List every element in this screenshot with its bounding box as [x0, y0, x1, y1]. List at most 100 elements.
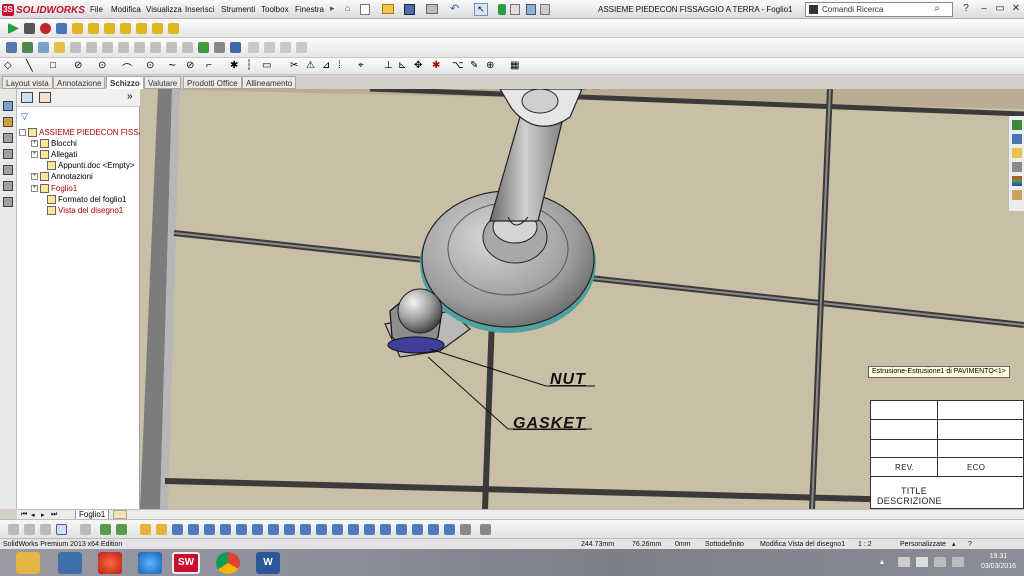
tree-item[interactable]: + Foglio1 [31, 183, 77, 194]
tab-valutare[interactable]: Valutare [144, 76, 182, 89]
rapid-sketch-icon[interactable]: ⌥ [452, 60, 464, 71]
taskbar-clock[interactable]: 19.31 03/03/2016 [981, 552, 1016, 572]
pen-icon[interactable]: ✎ [470, 60, 478, 71]
zoom-area-icon[interactable]: ⊕ [536, 89, 544, 92]
grid-icon[interactable]: ▦ [510, 60, 519, 71]
macro-toolbox-icon[interactable] [136, 23, 147, 34]
stop-macro-icon[interactable] [24, 23, 35, 34]
menu-toolbox[interactable]: Toolbox [261, 3, 289, 16]
edit-macro-icon[interactable] [72, 23, 83, 34]
tool-icon[interactable] [460, 524, 471, 535]
design-library-icon[interactable] [1012, 134, 1022, 144]
search-icon[interactable]: ⌕ [934, 3, 940, 14]
solidworks-logo[interactable]: 3S SOLIDWORKS [2, 3, 85, 17]
undo-icon[interactable]: ↶ [450, 2, 459, 15]
balloon-icon[interactable] [70, 42, 81, 53]
warning-icon[interactable]: ⚠ [306, 60, 315, 71]
tree-item[interactable]: + Annotazioni [31, 171, 93, 182]
fix-icon[interactable]: ⊾ [398, 60, 406, 71]
menu-visualizza[interactable]: Visualizza [146, 3, 182, 16]
tray-volume-icon[interactable] [934, 557, 946, 567]
open-folder-icon[interactable] [382, 4, 394, 14]
run-macro-icon[interactable] [8, 23, 19, 34]
block-icon[interactable] [248, 42, 259, 53]
center-mark-icon[interactable] [198, 42, 209, 53]
macro-settings-icon[interactable] [152, 23, 163, 34]
record-macro-icon[interactable] [40, 23, 51, 34]
tree-item[interactable]: ASSIEME PIEDECON FISSAGG [19, 127, 156, 138]
tree-item[interactable]: Formato del foglio1 [47, 194, 126, 205]
rectangle-icon[interactable]: □ [50, 60, 56, 71]
tool-icon[interactable] [204, 524, 215, 535]
section-view-icon[interactable]: ▤ [578, 89, 587, 92]
spell-check-icon[interactable] [38, 42, 49, 53]
smart-dim-sketch-icon[interactable]: ◇ [4, 60, 12, 71]
trim-icon[interactable]: ✂ [290, 60, 298, 71]
tool-icon[interactable] [220, 524, 231, 535]
menu-file[interactable]: File [90, 3, 103, 16]
tool-icon[interactable] [188, 524, 199, 535]
tool-icon[interactable] [172, 524, 183, 535]
hole-callout-icon[interactable] [134, 42, 145, 53]
chrome-taskbar-icon[interactable] [216, 552, 240, 574]
select-icon[interactable]: ↖ [474, 3, 488, 16]
revision-cloud-icon[interactable] [280, 42, 291, 53]
tool-icon[interactable] [332, 524, 343, 535]
expand-icon[interactable]: + [31, 185, 38, 193]
pin-icon[interactable]: ▸ [330, 3, 335, 14]
text-icon[interactable]: ▭ [262, 60, 271, 71]
surface-finish-icon[interactable] [102, 42, 113, 53]
tab-annotazione[interactable]: Annotazione [53, 76, 106, 89]
tool-icon[interactable] [140, 524, 151, 535]
expand-icon[interactable] [19, 129, 26, 137]
quick-snaps-icon[interactable]: ✥ [414, 60, 422, 71]
display-style-icon[interactable]: ▥ [592, 89, 601, 92]
options-icon[interactable] [526, 4, 536, 15]
tab-layout-vista[interactable]: Layout vista [2, 76, 53, 89]
area-hatch-icon[interactable] [230, 42, 241, 53]
repair-icon[interactable]: ✱ [432, 60, 440, 71]
previous-view-icon[interactable]: ⟲ [550, 89, 558, 92]
resources-icon[interactable] [1012, 120, 1022, 130]
menu-finestra[interactable]: Finestra [295, 3, 324, 16]
search-commands-input[interactable]: Comandi Ricerca ⌕ [805, 2, 953, 17]
tool-icon[interactable] [428, 524, 439, 535]
layer-icon[interactable] [296, 42, 307, 53]
solidworks-taskbar-icon[interactable]: SW [172, 552, 200, 574]
point-icon[interactable]: ✱ [230, 60, 238, 71]
feature-tree-tab-icon[interactable] [21, 92, 33, 103]
arc-icon[interactable]: ⌒ [122, 60, 132, 75]
fillet-icon[interactable]: ⌐ [206, 60, 212, 71]
file-explorer-icon[interactable] [1012, 148, 1022, 158]
word-taskbar-icon[interactable]: W [256, 552, 280, 574]
zoom-fit-icon[interactable]: ⌕ [522, 89, 527, 92]
tool-icon[interactable] [316, 524, 327, 535]
line-icon[interactable]: ╲ [26, 59, 33, 72]
tab-allineamento[interactable]: Allineamento [242, 76, 297, 89]
expand-icon[interactable]: + [31, 173, 38, 181]
tab-prodotti-office[interactable]: Prodotti Office [183, 76, 242, 89]
sheet-nav-first-icon[interactable]: ⏮ [21, 511, 27, 519]
dim-expert-icon[interactable] [3, 149, 13, 159]
tray-flag-icon[interactable] [952, 557, 964, 567]
centerline-icon[interactable] [214, 42, 225, 53]
home-icon[interactable]: ⌂ [345, 3, 350, 13]
file-properties-icon[interactable] [510, 4, 520, 15]
auto-balloon-icon[interactable] [86, 42, 97, 53]
tool-icon[interactable] [268, 524, 279, 535]
tool-icon[interactable] [480, 524, 491, 535]
tool-icon[interactable] [300, 524, 311, 535]
close-icon[interactable]: ✕ [1006, 2, 1024, 16]
custom-properties-icon[interactable] [1012, 190, 1022, 200]
tool-icon[interactable] [116, 524, 127, 535]
new-document-icon[interactable] [360, 4, 370, 15]
weld-symbol-icon[interactable] [118, 42, 129, 53]
tool-icon[interactable] [236, 524, 247, 535]
expand-icon[interactable]: + [31, 140, 38, 148]
spline-icon[interactable]: ∼ [168, 60, 176, 71]
rebuild-icon[interactable] [498, 4, 506, 15]
file-explorer-taskbar-icon[interactable] [16, 552, 40, 574]
model-items-icon[interactable] [22, 42, 33, 53]
tool-icon[interactable] [380, 524, 391, 535]
select-tool-icon[interactable] [56, 524, 67, 535]
